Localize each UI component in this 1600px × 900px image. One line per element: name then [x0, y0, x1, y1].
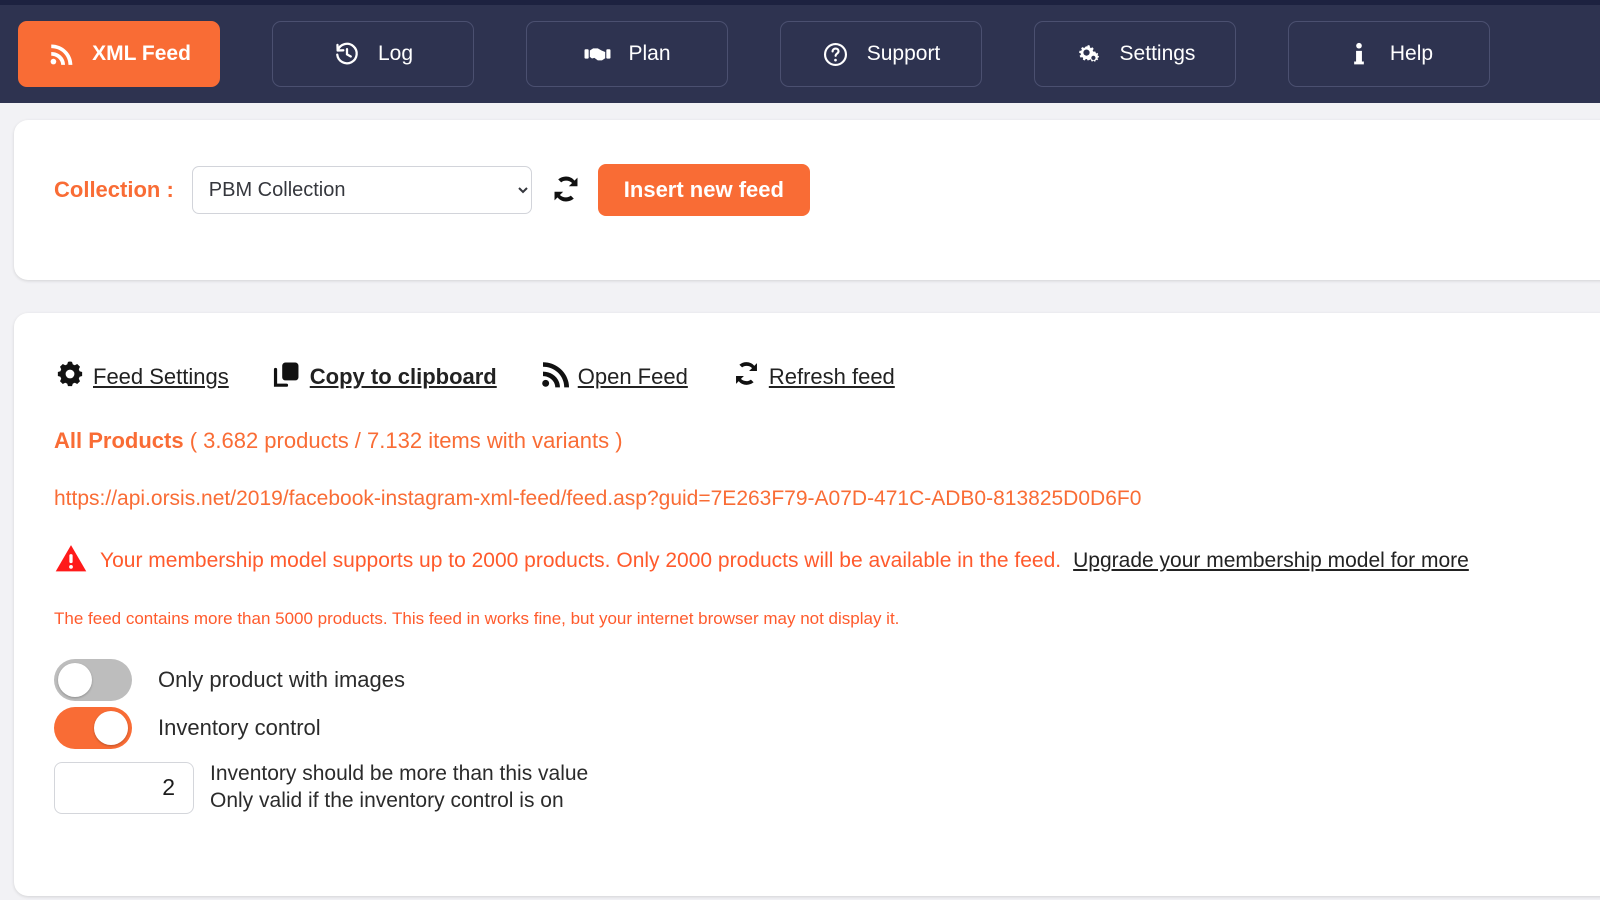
feed-card: Feed Settings Copy to clipboard Open Fee…: [14, 313, 1600, 896]
refresh-icon: [730, 357, 763, 390]
collection-select[interactable]: PBM Collection: [191, 166, 532, 214]
handshake-icon: [583, 40, 611, 68]
nav-label: Settings: [1119, 42, 1196, 65]
info-icon: [1345, 40, 1373, 68]
gears-icon: [1075, 40, 1103, 68]
toggle-label: Inventory control: [158, 715, 321, 740]
products-counts: ( 3.682 products / 7.132 items with vari…: [189, 428, 623, 453]
nav-item-support[interactable]: Support: [780, 21, 982, 87]
toggle-knob: [94, 711, 128, 745]
collection-row: Collection : PBM Collection Insert new f…: [54, 164, 810, 216]
nav-item-log[interactable]: Log: [272, 21, 474, 87]
action-label: Feed Settings: [93, 364, 229, 389]
gear-icon: [54, 357, 87, 390]
copy-to-clipboard-link[interactable]: Copy to clipboard: [271, 357, 497, 390]
nav-item-help[interactable]: Help: [1288, 21, 1490, 87]
toggle-knob: [58, 663, 92, 697]
collection-card: Collection : PBM Collection Insert new f…: [14, 120, 1600, 280]
collection-label: Collection :: [54, 177, 174, 202]
toggle-inventory-control[interactable]: [54, 707, 132, 749]
main-navbar: XML Feed Log Plan Support Settings Help: [0, 5, 1600, 103]
membership-warning: Your membership model supports up to 200…: [54, 543, 1600, 579]
products-summary: All Products ( 3.682 products / 7.132 it…: [54, 428, 1600, 454]
inventory-threshold-input[interactable]: [54, 761, 194, 814]
toggle-row-inventory-control: Inventory control: [54, 707, 1600, 749]
action-label: Copy to clipboard: [309, 364, 497, 389]
nav-label: Plan: [628, 42, 671, 65]
history-icon: [333, 40, 361, 68]
open-feed-link[interactable]: Open Feed: [539, 357, 688, 390]
upgrade-membership-link[interactable]: Upgrade your membership model for more: [1073, 549, 1469, 573]
inventory-desc-line-2: Only valid if the inventory control is o…: [210, 788, 564, 812]
insert-new-feed-button[interactable]: Insert new feed: [597, 164, 810, 216]
refresh-collections-button[interactable]: [548, 172, 584, 209]
toggle-row-only-images: Only product with images: [54, 659, 1600, 701]
nav-label: Support: [866, 42, 941, 65]
refresh-icon: [548, 172, 584, 209]
nav-item-xml-feed[interactable]: XML Feed: [18, 21, 220, 87]
warning-triangle-icon: [54, 543, 88, 579]
nav-label: Help: [1389, 42, 1434, 65]
rss-icon: [47, 40, 75, 68]
feed-size-note: The feed contains more than 5000 product…: [54, 609, 900, 628]
toggle-label: Only product with images: [158, 667, 405, 692]
nav-label: Log: [377, 42, 414, 65]
feed-settings-link[interactable]: Feed Settings: [54, 357, 229, 390]
clipboard-icon: [271, 357, 304, 390]
refresh-feed-link[interactable]: Refresh feed: [730, 357, 895, 390]
nav-label: XML Feed: [92, 42, 191, 65]
rss-icon: [539, 357, 572, 390]
action-label: Open Feed: [577, 364, 688, 389]
inventory-threshold-row: Inventory should be more than this value…: [54, 761, 1600, 814]
nav-item-plan[interactable]: Plan: [526, 21, 728, 87]
question-circle-icon: [822, 40, 850, 68]
feed-action-links: Feed Settings Copy to clipboard Open Fee…: [54, 357, 1600, 390]
toggle-only-product-with-images[interactable]: [54, 659, 132, 701]
inventory-desc-line-1: Inventory should be more than this value: [210, 762, 589, 785]
inventory-threshold-description: Inventory should be more than this value…: [210, 761, 588, 814]
products-title: All Products: [54, 428, 184, 453]
action-label: Refresh feed: [768, 364, 895, 389]
feed-url-link[interactable]: https://api.orsis.net/2019/facebook-inst…: [54, 487, 1600, 511]
nav-item-settings[interactable]: Settings: [1034, 21, 1236, 87]
warning-text: Your membership model supports up to 200…: [100, 549, 1062, 572]
